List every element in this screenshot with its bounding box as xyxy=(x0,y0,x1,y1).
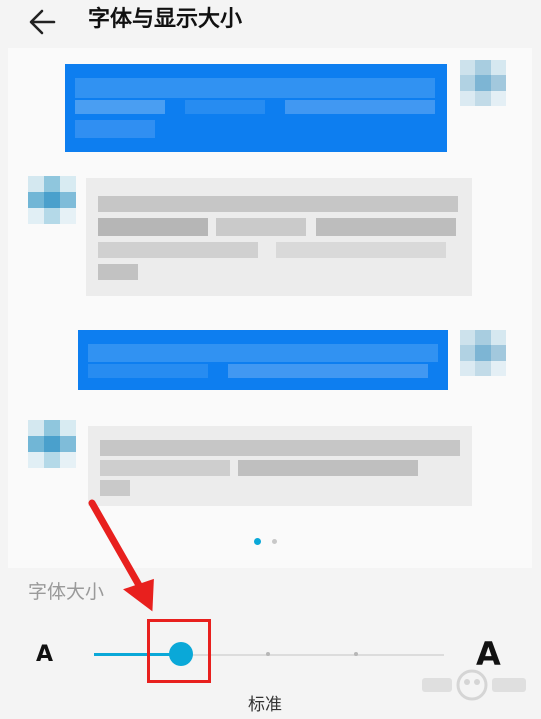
avatar xyxy=(28,420,76,468)
slider-tick[interactable] xyxy=(266,652,270,656)
page-title: 字体与显示大小 xyxy=(88,7,243,32)
settings-page: 字体与显示大小 字体大小 A A 标准 xyxy=(0,0,541,719)
received-message-bubble xyxy=(86,178,472,296)
chat-preview xyxy=(8,48,532,568)
annotation-arrow-icon xyxy=(88,499,154,612)
arrow-left-icon xyxy=(29,9,56,35)
annotation-highlight-box xyxy=(147,619,211,683)
page-dot xyxy=(272,539,277,544)
back-button[interactable] xyxy=(26,6,62,38)
page-dot-active xyxy=(254,538,261,545)
header-bar: 字体与显示大小 xyxy=(0,0,541,48)
avatar xyxy=(460,330,506,376)
received-message-bubble xyxy=(88,426,472,506)
sent-message-bubble xyxy=(78,330,448,390)
sent-message-bubble xyxy=(65,64,447,152)
page-indicator[interactable] xyxy=(254,538,284,546)
baidu-logo-icon xyxy=(422,669,526,701)
current-level-label: 标准 xyxy=(248,695,282,715)
avatar xyxy=(28,176,76,224)
avatar xyxy=(460,60,506,106)
small-font-glyph: A xyxy=(36,642,54,667)
slider-tick[interactable] xyxy=(354,652,358,656)
